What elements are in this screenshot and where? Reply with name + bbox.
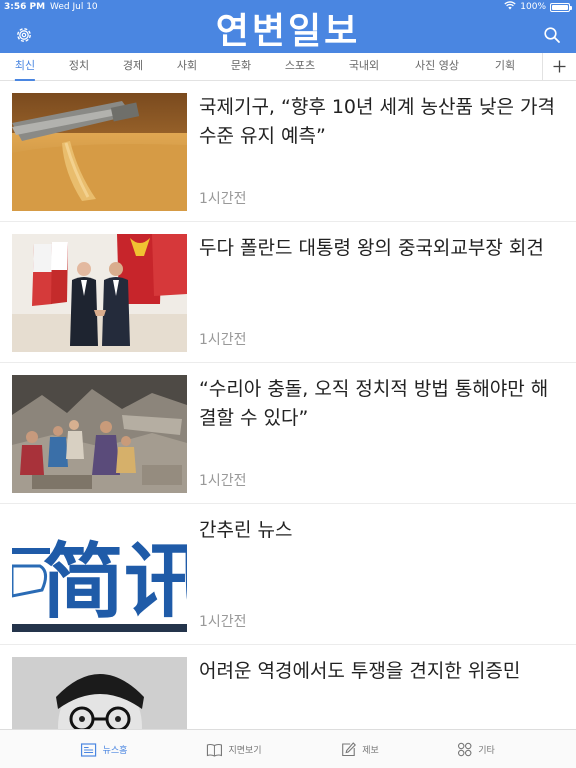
bottom-tab-news-home[interactable]: 뉴스홈 bbox=[80, 730, 128, 768]
tab-politics[interactable]: 정치 bbox=[69, 53, 89, 81]
article-thumbnail-diplomats bbox=[12, 234, 187, 352]
article-thumbnail-grain bbox=[12, 93, 187, 211]
bottom-tab-report[interactable]: 제보 bbox=[341, 730, 379, 768]
article-headline[interactable]: 국제기구, “향후 10년 세계 농산품 낮은 가격수준 유지 예측” bbox=[199, 93, 561, 151]
article-headline[interactable]: “수리아 충돌, 오직 정치적 방법 통해야만 해결할 수 있다” bbox=[199, 375, 561, 433]
tab-culture[interactable]: 문화 bbox=[231, 53, 251, 81]
app-title: 연변일보 bbox=[215, 11, 361, 52]
bottom-tab-label: 제보 bbox=[362, 746, 379, 756]
article-headline[interactable]: 어려운 역경에서도 투쟁을 견지한 위증민 bbox=[199, 657, 561, 686]
article-item[interactable]: 두다 폴란드 대통령 왕의 중국외교부장 회견 1시간전 bbox=[0, 222, 576, 363]
article-time: 1시간전 bbox=[199, 473, 247, 489]
tab-features[interactable]: 기획 bbox=[495, 53, 515, 81]
article-headline[interactable]: 두다 폴란드 대통령 왕의 중국외교부장 회견 bbox=[199, 234, 561, 263]
bottom-tab-print-view[interactable]: 지면보기 bbox=[206, 730, 262, 768]
article-time: 1시간전 bbox=[199, 191, 247, 207]
bottom-tab-label: 지면보기 bbox=[228, 746, 262, 756]
article-thumbnail-syria bbox=[12, 375, 187, 493]
bottom-tab-label: 뉴스홈 bbox=[102, 746, 128, 756]
article-item[interactable]: 국제기구, “향후 10년 세계 농산품 낮은 가격수준 유지 예측” 1시간전 bbox=[0, 81, 576, 222]
app-header: 3:56 PM Wed Jul 10 100% 연변일보 bbox=[0, 0, 576, 53]
article-thumbnail-brief-news: 简讯 bbox=[12, 516, 187, 634]
article-time: 1시간전 bbox=[199, 614, 247, 630]
article-headline[interactable]: 간추린 뉴스 bbox=[199, 516, 561, 545]
tab-photo-video[interactable]: 사진 영상 bbox=[415, 53, 459, 81]
tab-economy[interactable]: 경제 bbox=[123, 53, 143, 81]
bottom-tab-label: 기타 bbox=[478, 746, 495, 756]
bottom-tab-bar: 뉴스홈 지면보기 제보 기타 bbox=[0, 729, 576, 768]
search-icon[interactable] bbox=[541, 24, 563, 46]
article-item[interactable]: “수리아 충돌, 오직 정치적 방법 통해야만 해결할 수 있다” 1시간전 bbox=[0, 363, 576, 504]
thumbnail-text: 简讯 bbox=[42, 535, 187, 630]
plus-icon[interactable] bbox=[542, 53, 576, 80]
tab-society[interactable]: 사회 bbox=[177, 53, 197, 81]
category-tabs: 최신 정치 경제 사회 문화 스포츠 국내외 사진 영상 기획 bbox=[0, 53, 576, 81]
edit-icon bbox=[341, 742, 356, 757]
news-home-icon bbox=[80, 742, 97, 757]
tab-domestic-international[interactable]: 국내외 bbox=[349, 53, 379, 81]
article-time: 1시간전 bbox=[199, 332, 247, 348]
grid-icon bbox=[457, 742, 472, 757]
bottom-tab-more[interactable]: 기타 bbox=[457, 730, 495, 768]
book-icon bbox=[206, 743, 222, 757]
tab-sports[interactable]: 스포츠 bbox=[285, 53, 315, 81]
tab-latest[interactable]: 최신 bbox=[14, 53, 36, 81]
article-item[interactable]: 简讯 간추린 뉴스 1시간전 bbox=[0, 504, 576, 645]
